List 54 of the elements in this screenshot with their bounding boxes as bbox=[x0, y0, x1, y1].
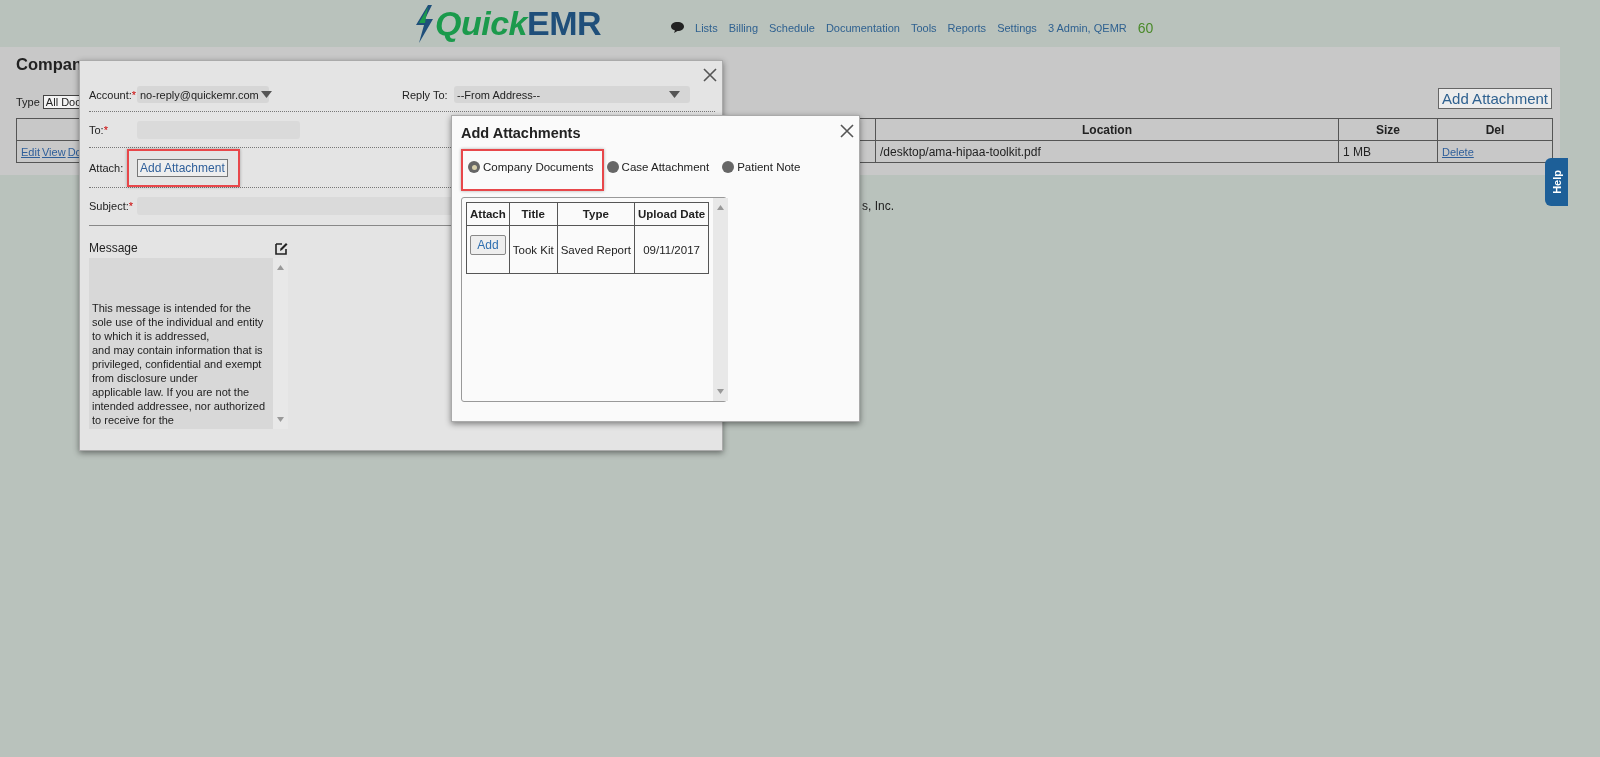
field-label: Attach: bbox=[89, 162, 125, 174]
action-link[interactable]: View bbox=[41, 145, 66, 158]
counter: 60 bbox=[1137, 19, 1154, 36]
account-select[interactable]: no-reply@quickemr.com bbox=[137, 86, 269, 103]
nav-link[interactable]: Documentation bbox=[825, 21, 900, 34]
column-header: Del bbox=[1437, 118, 1553, 141]
action-link[interactable]: Edit bbox=[21, 145, 40, 158]
table-cell: 09/11/2017 bbox=[634, 225, 709, 274]
message-field[interactable]: This message is intended for the sole use of the individual and entity to which it is addressed, and may contain information that is privileged, confidential and exempt from disclosure under applicable law. If you are not the intended addressee, nor authorized to receive for the bbox=[89, 258, 288, 429]
dialog-title: Add Attachments bbox=[461, 125, 581, 141]
column-header: Type bbox=[557, 202, 635, 226]
help-tab[interactable]: Help bbox=[1545, 158, 1568, 206]
caret-icon bbox=[669, 91, 680, 98]
nav-link[interactable]: Schedule bbox=[769, 21, 815, 34]
add-attachment-button[interactable]: Add Attachment bbox=[1438, 88, 1552, 109]
radio-option[interactable]: Patient Note bbox=[722, 161, 801, 173]
scrollbar[interactable] bbox=[273, 258, 288, 429]
close-icon[interactable] bbox=[840, 124, 854, 138]
nav-link[interactable]: Billing bbox=[728, 21, 759, 34]
delete-link[interactable]: Delete bbox=[1442, 145, 1474, 158]
radio-option[interactable]: Case Attachment bbox=[606, 161, 710, 173]
column-header: Attach bbox=[466, 202, 510, 226]
logo-text: Quick bbox=[435, 4, 527, 43]
column-header: Size bbox=[1338, 118, 1438, 141]
radio-option[interactable]: Company Documents bbox=[468, 161, 594, 173]
field-label: Account:* bbox=[89, 88, 137, 101]
caret-icon bbox=[260, 91, 272, 98]
table-cell: Took Kit bbox=[509, 225, 558, 274]
chat-bubble-icon[interactable] bbox=[671, 22, 685, 33]
nav-link[interactable]: Tools bbox=[910, 21, 937, 34]
table-cell: Saved Report bbox=[557, 225, 635, 274]
column-header: Location bbox=[875, 118, 1339, 141]
nav-link[interactable]: Lists bbox=[695, 21, 718, 34]
add-attachment-button[interactable]: Add Attachment bbox=[137, 159, 228, 177]
table-cell: 1 MB bbox=[1338, 140, 1438, 163]
lightning-bolt-icon bbox=[413, 4, 435, 43]
field-label: Message bbox=[89, 241, 138, 255]
reply-to-select[interactable]: --From Address-- bbox=[454, 86, 690, 103]
nav-link[interactable]: 3 Admin, QEMR bbox=[1047, 21, 1127, 34]
nav-link[interactable]: Reports bbox=[947, 21, 987, 34]
add-button[interactable]: Add bbox=[470, 234, 506, 255]
type-label: Type bbox=[16, 96, 40, 108]
field-label: Subject:* bbox=[89, 200, 135, 212]
logo-text: EMR bbox=[527, 4, 602, 43]
edit-icon[interactable] bbox=[275, 242, 288, 255]
table-cell: /desktop/ama-hipaa-toolkit.pdf bbox=[875, 140, 1339, 163]
field-label: Reply To: bbox=[402, 88, 449, 101]
field-label: To:* bbox=[89, 124, 109, 136]
scrollbar[interactable] bbox=[713, 198, 729, 401]
close-icon[interactable] bbox=[703, 68, 717, 82]
footer-text: s, Inc. bbox=[862, 199, 894, 213]
nav-link[interactable]: Settings bbox=[997, 21, 1037, 34]
column-header: Upload Date bbox=[634, 202, 709, 226]
column-header: Title bbox=[509, 202, 558, 226]
